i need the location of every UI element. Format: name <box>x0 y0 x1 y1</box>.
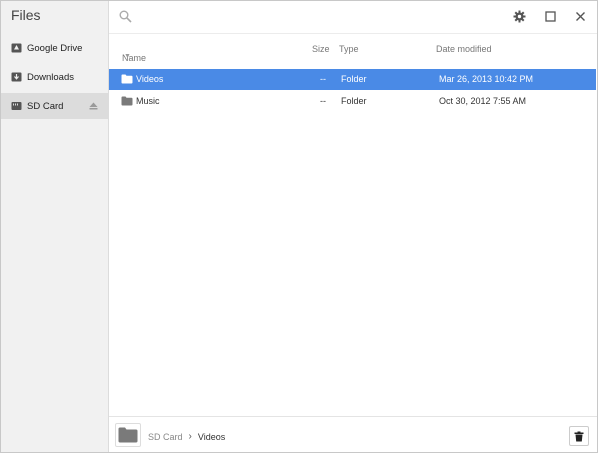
sd-card-icon <box>11 101 22 111</box>
trash-icon <box>574 431 584 441</box>
file-name: Music <box>136 96 160 106</box>
column-header-type[interactable]: Type <box>339 44 359 54</box>
maximize-icon[interactable] <box>545 11 556 22</box>
file-size: -- <box>320 74 326 84</box>
toolbar <box>109 1 597 34</box>
close-icon[interactable] <box>575 11 586 22</box>
breadcrumb-videos[interactable]: Videos <box>198 432 225 442</box>
file-date: Mar 26, 2013 10:42 PM <box>439 74 534 84</box>
downloads-icon <box>11 72 22 82</box>
google-drive-icon <box>11 43 22 53</box>
app-title: Files <box>11 7 41 23</box>
column-header-date[interactable]: Date modified <box>436 44 492 54</box>
sort-arrow-icon: ▼ <box>124 53 131 60</box>
sidebar-item-label: SD Card <box>27 100 64 112</box>
file-type: Folder <box>341 74 367 84</box>
current-folder-icon <box>115 423 141 447</box>
sidebar-item-google-drive[interactable]: Google Drive <box>1 35 108 61</box>
file-date: Oct 30, 2012 7:55 AM <box>439 96 527 106</box>
sidebar: Files Google Drive Downloads SD Card <box>1 1 109 452</box>
file-row-videos[interactable]: Videos -- Folder Mar 26, 2013 10:42 PM <box>109 69 596 90</box>
folder-icon <box>121 74 133 84</box>
column-header-size[interactable]: Size <box>312 44 330 54</box>
breadcrumb-separator: › <box>188 431 192 442</box>
file-list-header: Name ▼ Size Type Date modified <box>109 35 597 63</box>
search-icon[interactable] <box>119 10 132 23</box>
main-panel: Name ▼ Size Type Date modified Videos -- … <box>109 1 597 452</box>
file-row-music[interactable]: Music -- Folder Oct 30, 2012 7:55 AM <box>109 91 596 112</box>
folder-icon <box>121 96 133 106</box>
sidebar-item-label: Google Drive <box>27 42 83 54</box>
gear-icon[interactable] <box>513 10 526 23</box>
breadcrumb-sd-card[interactable]: SD Card <box>148 432 183 442</box>
sidebar-item-downloads[interactable]: Downloads <box>1 64 108 90</box>
file-size: -- <box>320 96 326 106</box>
breadcrumb: SD Card › Videos <box>148 431 225 442</box>
status-bar: SD Card › Videos <box>109 416 597 452</box>
files-app-window: Files Google Drive Downloads SD Card Nam… <box>0 0 598 453</box>
delete-button[interactable] <box>569 426 589 446</box>
file-name: Videos <box>136 74 164 84</box>
file-type: Folder <box>341 96 367 106</box>
sidebar-item-label: Downloads <box>27 71 74 83</box>
sidebar-item-sd-card[interactable]: SD Card <box>1 93 108 119</box>
eject-icon[interactable] <box>89 102 98 110</box>
